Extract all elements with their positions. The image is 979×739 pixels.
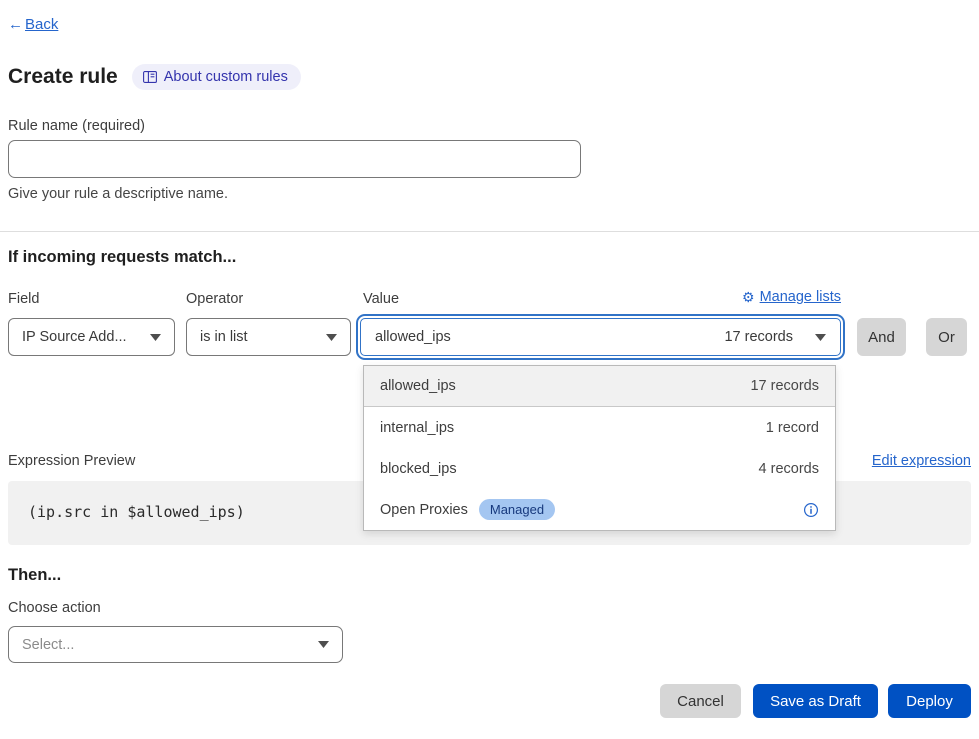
edit-expression-link[interactable]: Edit expression [872,453,971,469]
info-icon[interactable] [803,502,819,518]
cancel-button[interactable]: Cancel [660,684,741,718]
list-option-open-proxies[interactable]: Open Proxies Managed [364,489,835,530]
operator-select[interactable]: is in list [186,318,351,356]
action-select[interactable]: Select... [8,626,343,663]
expression-preview-label: Expression Preview [8,453,135,469]
back-label: Back [25,16,58,33]
value-selected-records: 17 records [724,329,793,345]
list-option-internal-ips[interactable]: internal_ips 1 record [364,407,835,448]
value-column-label: Value [363,291,399,307]
manage-lists-label: Manage lists [760,289,841,305]
list-option-name: blocked_ips [380,461,457,477]
match-section-heading: If incoming requests match... [8,248,236,267]
chevron-down-icon [815,334,826,341]
list-option-name: internal_ips [380,420,454,436]
deploy-button[interactable]: Deploy [888,684,971,718]
chevron-down-icon [318,641,329,648]
and-button[interactable]: And [857,318,906,356]
field-select[interactable]: IP Source Add... [8,318,175,356]
about-custom-rules-link[interactable]: About custom rules [132,64,301,90]
back-arrow-icon: ← [8,16,23,33]
action-select-placeholder: Select... [22,637,74,653]
list-option-allowed-ips[interactable]: allowed_ips 17 records [364,366,835,407]
rule-name-input[interactable] [8,140,581,178]
operator-column-label: Operator [186,291,243,307]
value-selected-list: allowed_ips [375,329,451,345]
list-option-records: 17 records [750,378,819,394]
or-button[interactable]: Or [926,318,967,356]
manage-lists-link[interactable]: ⚙ Manage lists [742,289,841,305]
gear-icon: ⚙ [742,290,755,304]
chevron-down-icon [150,334,161,341]
list-option-blocked-ips[interactable]: blocked_ips 4 records [364,448,835,489]
list-option-records: 4 records [759,461,819,477]
list-dropdown-menu: allowed_ips 17 records internal_ips 1 re… [363,365,836,531]
rule-name-label: Rule name (required) [8,118,145,134]
create-rule-page: ←Back Create rule About custom rules Rul… [0,0,979,739]
expression-code: (ip.src in $allowed_ips) [28,503,245,521]
choose-action-label: Choose action [8,600,101,616]
book-icon [143,71,157,83]
list-option-name: allowed_ips [380,378,456,394]
page-header: Create rule About custom rules [8,64,301,90]
operator-select-value: is in list [200,329,248,345]
page-title: Create rule [8,65,118,89]
back-link[interactable]: ←Back [8,16,58,33]
chevron-down-icon [326,334,337,341]
then-section-heading: Then... [8,566,61,585]
rule-name-help-text: Give your rule a descriptive name. [8,186,228,202]
edit-expression-label: Edit expression [872,453,971,469]
about-custom-rules-label: About custom rules [164,69,288,85]
list-option-records: 1 record [766,420,819,436]
field-column-label: Field [8,291,39,307]
save-as-draft-button[interactable]: Save as Draft [753,684,878,718]
section-divider [0,231,979,232]
managed-badge: Managed [479,499,555,520]
field-select-value: IP Source Add... [22,329,127,345]
value-list-select[interactable]: allowed_ips 17 records [360,318,841,356]
list-option-name: Open Proxies [380,502,468,518]
